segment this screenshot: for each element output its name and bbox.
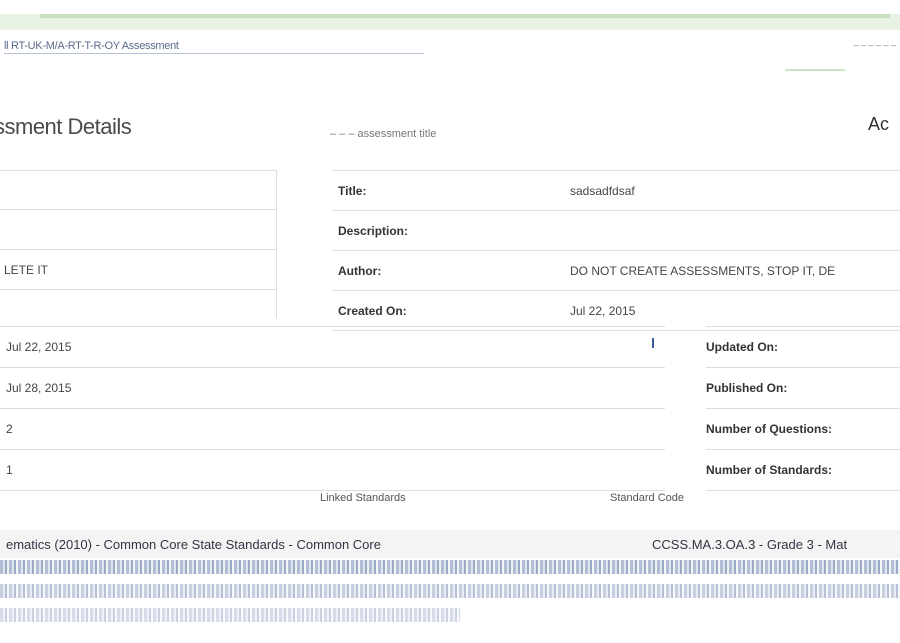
table-row[interactable]: ematics (2010) - Common Core State Stand… (0, 530, 900, 558)
cursor-mark (652, 338, 654, 348)
standards-header: Linked Standards Standard Code (0, 488, 900, 510)
description-label: Description: (332, 210, 564, 251)
page-subtitle: – – – assessment title (330, 128, 437, 140)
title-label: Title: (332, 170, 564, 211)
author-value: DO NOT CREATE ASSESSMENTS, STOP IT, DE (564, 250, 900, 291)
question-count-value: 2 (0, 409, 665, 450)
table-row: Title: sadsadfdsaf (332, 170, 900, 211)
created-on-value: Jul 22, 2015 (564, 290, 900, 331)
standards-description-row (0, 560, 900, 574)
updated-on-value: Jul 22, 2015 (0, 326, 665, 368)
title-value: sadsadfdsaf (564, 170, 900, 211)
standard-code-link[interactable]: CCSS.MA.3.OA.3 - Grade 3 - Mat (652, 537, 847, 552)
left-cell: LETE IT (0, 250, 276, 290)
page-title: ssment Details (0, 114, 132, 139)
details-table: Title: sadsadfdsaf Description: Author: … (332, 170, 900, 331)
left-cell (0, 170, 276, 210)
column-divider (276, 170, 277, 318)
published-on-label: Published On: (706, 368, 900, 409)
description-value (564, 210, 900, 251)
standards-description-row (0, 584, 900, 598)
lower-values-column: Jul 22, 2015 Jul 28, 2015 2 1 (0, 326, 665, 491)
standard-set-link[interactable]: ematics (2010) - Common Core State Stand… (6, 537, 381, 552)
standard-count-value: 1 (0, 450, 665, 491)
table-row: Author: DO NOT CREATE ASSESSMENTS, STOP … (332, 250, 900, 291)
question-count-label: Number of Questions: (706, 409, 900, 450)
breadcrumb-underline (4, 53, 424, 54)
toolbar-accent (40, 14, 890, 18)
left-details-column: LETE IT (0, 170, 276, 290)
divider (785, 69, 845, 71)
header-right-link[interactable]: – – – – – – (853, 40, 896, 50)
created-on-label: Created On: (332, 290, 564, 331)
lower-labels-column: Updated On: Published On: Number of Ques… (706, 326, 900, 491)
table-row: Description: (332, 210, 900, 251)
assessment-details-page: ll RT-UK-M/A-RT-T-R-OY Assessment – – – … (0, 0, 900, 643)
updated-on-label: Updated On: (706, 326, 900, 368)
actions-heading: Ac (868, 114, 890, 134)
author-label: Author: (332, 250, 564, 291)
published-on-value: Jul 28, 2015 (0, 368, 665, 409)
standard-code-column-header[interactable]: Standard Code (610, 492, 684, 504)
standards-description-row (0, 608, 460, 622)
breadcrumb[interactable]: ll RT-UK-M/A-RT-T-R-OY Assessment (4, 40, 179, 52)
table-row: Created On: Jul 22, 2015 (332, 290, 900, 331)
standards-column-header[interactable]: Linked Standards (320, 492, 406, 504)
standard-count-label: Number of Standards: (706, 450, 900, 491)
left-cell (0, 210, 276, 250)
